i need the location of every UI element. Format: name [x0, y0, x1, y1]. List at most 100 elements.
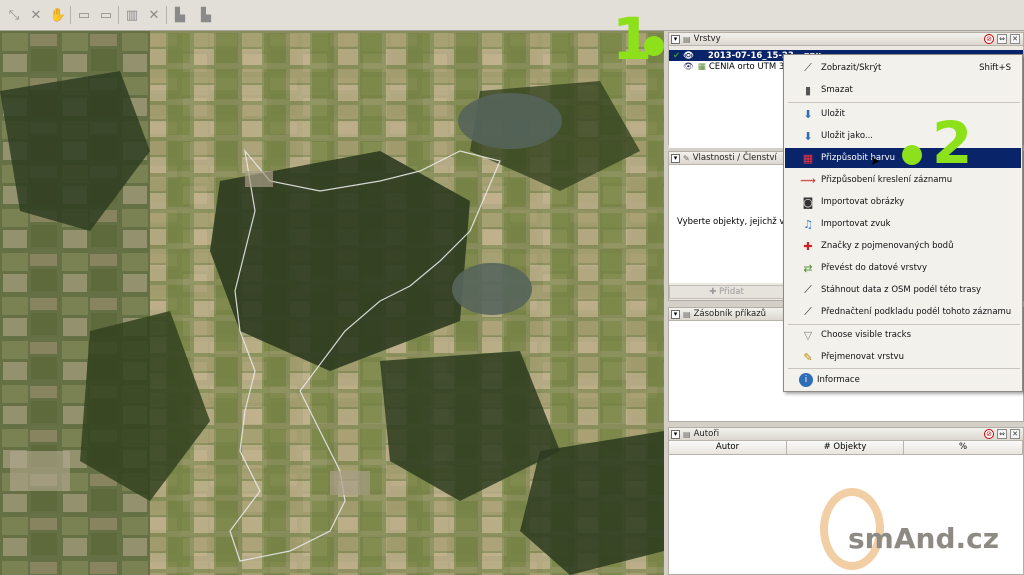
column-header-author[interactable]: Autor	[669, 441, 787, 455]
menu-item-label: Uložit jako...	[821, 131, 873, 141]
main-toolbar: ⤡ ✕ ✋ ▭ ▭ ▥ ✕ ▙ ▙	[0, 0, 1024, 31]
palette-icon: ▦	[802, 151, 814, 165]
panel-detach-icon[interactable]: ⇔	[997, 34, 1007, 44]
orthophoto-map	[0, 31, 664, 575]
select-icon[interactable]: ⤡	[4, 5, 24, 25]
menu-item-label: Stáhnout data z OSM podél této trasy	[821, 285, 982, 295]
panel-close-red-icon[interactable]: ⊘	[984, 429, 994, 439]
menu-item-label: Přizpůsobit barvu	[821, 153, 896, 163]
menu-item-markers-from-waypoints[interactable]: ✚ Značky z pojmenovaných bodů	[785, 236, 1021, 256]
menu-item-label: Přejmenovat vrstvu	[821, 352, 904, 362]
info-icon: i	[799, 373, 813, 387]
gps-convert-icon: ⇄	[803, 261, 813, 275]
menu-item-toggle-visibility[interactable]: ⟋ Zobrazit/Skrýt Shift+S	[785, 58, 1021, 78]
menu-separator	[788, 368, 1020, 369]
mouse-cursor-icon: ➤	[870, 154, 881, 168]
factory2-icon[interactable]: ▙	[196, 5, 216, 25]
menu-item-label: Převést do datové vrstvy	[821, 263, 927, 273]
collapse-toggle[interactable]: ▾	[671, 309, 680, 319]
marker-icon: ✚	[803, 239, 813, 253]
visibility-eye-icon[interactable]: 👁	[683, 62, 694, 72]
visibility-eye-icon[interactable]: 👁	[683, 51, 694, 61]
rename-icon: ✎	[803, 350, 813, 364]
panel-close-icon[interactable]: ✕	[1010, 34, 1020, 44]
plus-icon: ✚	[709, 287, 720, 297]
menu-item-label: Importovat obrázky	[821, 197, 905, 207]
toolbar-separator	[166, 6, 167, 24]
panel-detach-icon[interactable]: ⇔	[997, 429, 1007, 439]
menu-item-save[interactable]: ⬇ Uložit	[785, 104, 1021, 124]
command-stack-title: Zásobník příkazů	[693, 309, 767, 319]
camera-icon: ◙	[802, 195, 814, 209]
menu-item-label: Smazat	[821, 85, 853, 95]
menu-item-rename-layer[interactable]: ✎ Přejmenovat vrstvu	[785, 347, 1021, 367]
menu-item-delete[interactable]: ▮ Smazat	[785, 80, 1021, 100]
menu-item-choose-visible-tracks[interactable]: ▽ Choose visible tracks	[785, 325, 1021, 345]
menu-item-shortcut: Shift+S	[979, 63, 1011, 73]
menu-item-label: Uložit	[821, 109, 845, 119]
map-view[interactable]	[0, 31, 664, 575]
menu-item-import-images[interactable]: ◙ Importovat obrázky	[785, 192, 1021, 212]
factory-icon[interactable]: ▙	[170, 5, 190, 25]
active-layer-check-icon[interactable]: ✔	[673, 51, 680, 61]
add-property-button[interactable]: ✚ Přidat	[669, 285, 784, 299]
authors-panel-title: Autoři	[693, 429, 720, 439]
cross-icon[interactable]: ✕	[144, 5, 164, 25]
menu-separator	[788, 102, 1020, 103]
collapse-toggle[interactable]: ▾	[671, 153, 680, 163]
watermark-logo: smAnd.cz	[820, 488, 1020, 570]
visibility-icon: ⟋	[804, 61, 812, 74]
collapse-toggle[interactable]: ▾	[671, 34, 680, 44]
layers-panel-icon: ▤	[683, 34, 691, 44]
properties-panel-title: Vlastnosti / Členství	[692, 153, 777, 163]
menu-item-import-audio[interactable]: ♫ Importovat zvuk	[785, 214, 1021, 234]
filter-icon: ▽	[803, 328, 813, 342]
menu-item-preload-imagery[interactable]: ⟋ Přednačtení podkladu podél tohoto zázn…	[785, 302, 1021, 322]
authors-panel-icon: ▤	[683, 429, 691, 439]
menu-item-label: Choose visible tracks	[821, 330, 912, 340]
add-property-label: Přidat	[719, 287, 744, 297]
menu-item-label: Importovat zvuk	[821, 219, 891, 229]
trash-icon: ▮	[804, 83, 812, 97]
column-header-objects[interactable]: # Objekty	[787, 441, 904, 455]
track-style-icon: ⟿	[800, 173, 816, 187]
tram-icon[interactable]: ▭	[96, 5, 116, 25]
layers-panel-title: Vrstvy	[693, 34, 721, 44]
route-download-icon: ⟋	[804, 283, 812, 296]
bus-icon[interactable]: ▭	[74, 5, 94, 25]
save-as-icon: ⬇	[803, 129, 813, 143]
column-header-percent[interactable]: %	[904, 441, 1023, 455]
audio-icon: ♫	[803, 217, 813, 231]
toolbar-separator	[118, 6, 119, 24]
menu-item-download-osm-along[interactable]: ⟋ Stáhnout data z OSM podél této trasy	[785, 280, 1021, 300]
route-preload-icon: ⟋	[804, 305, 812, 318]
columns-icon[interactable]: ▥	[122, 5, 142, 25]
layer-context-menu: ⟋ Zobrazit/Skrýt Shift+S ▮ Smazat ⬇ Ulož…	[783, 54, 1023, 392]
watermark-text: smAnd.cz	[848, 522, 1000, 555]
menu-item-save-as[interactable]: ⬇ Uložit jako...	[785, 126, 1021, 146]
layers-panel-header: ▾ ▤ Vrstvy ⊘ ⇔ ✕	[669, 33, 1023, 46]
annotation-dot-2	[902, 145, 922, 165]
annotation-dot-1	[644, 36, 664, 56]
panel-close-red-icon[interactable]: ⊘	[984, 34, 994, 44]
imagery-layer-icon: ▦	[697, 61, 706, 72]
save-icon: ⬇	[803, 107, 813, 121]
wrench-icon[interactable]: ✕	[26, 5, 46, 25]
menu-item-convert-to-data[interactable]: ⇄ Převést do datové vrstvy	[785, 258, 1021, 278]
authors-panel-header: ▾ ▤ Autoři ⊘ ⇔ ✕	[669, 428, 1023, 441]
annotation-step-2: 2	[932, 109, 973, 177]
menu-item-information[interactable]: i Informace	[785, 370, 1021, 390]
collapse-toggle[interactable]: ▾	[671, 429, 680, 439]
menu-item-label: Informace	[817, 375, 860, 385]
menu-item-label: Přednačtení podkladu podél tohoto záznam…	[821, 307, 1012, 317]
menu-item-label: Zobrazit/Skrýt	[821, 63, 882, 73]
hand-icon[interactable]: ✋	[48, 5, 68, 25]
command-stack-icon: ▤	[683, 309, 691, 319]
properties-hint: Vyberte objekty, jejichž vlast	[677, 217, 800, 227]
menu-item-track-drawing[interactable]: ⟿ Přizpůsobení kreslení záznamu	[785, 170, 1021, 190]
toolbar-separator	[70, 6, 71, 24]
layer-label: CENIA orto UTM 33	[708, 61, 790, 72]
menu-item-label: Značky z pojmenovaných bodů	[821, 241, 954, 251]
properties-panel-icon: ✎	[683, 153, 690, 163]
panel-close-icon[interactable]: ✕	[1010, 429, 1020, 439]
